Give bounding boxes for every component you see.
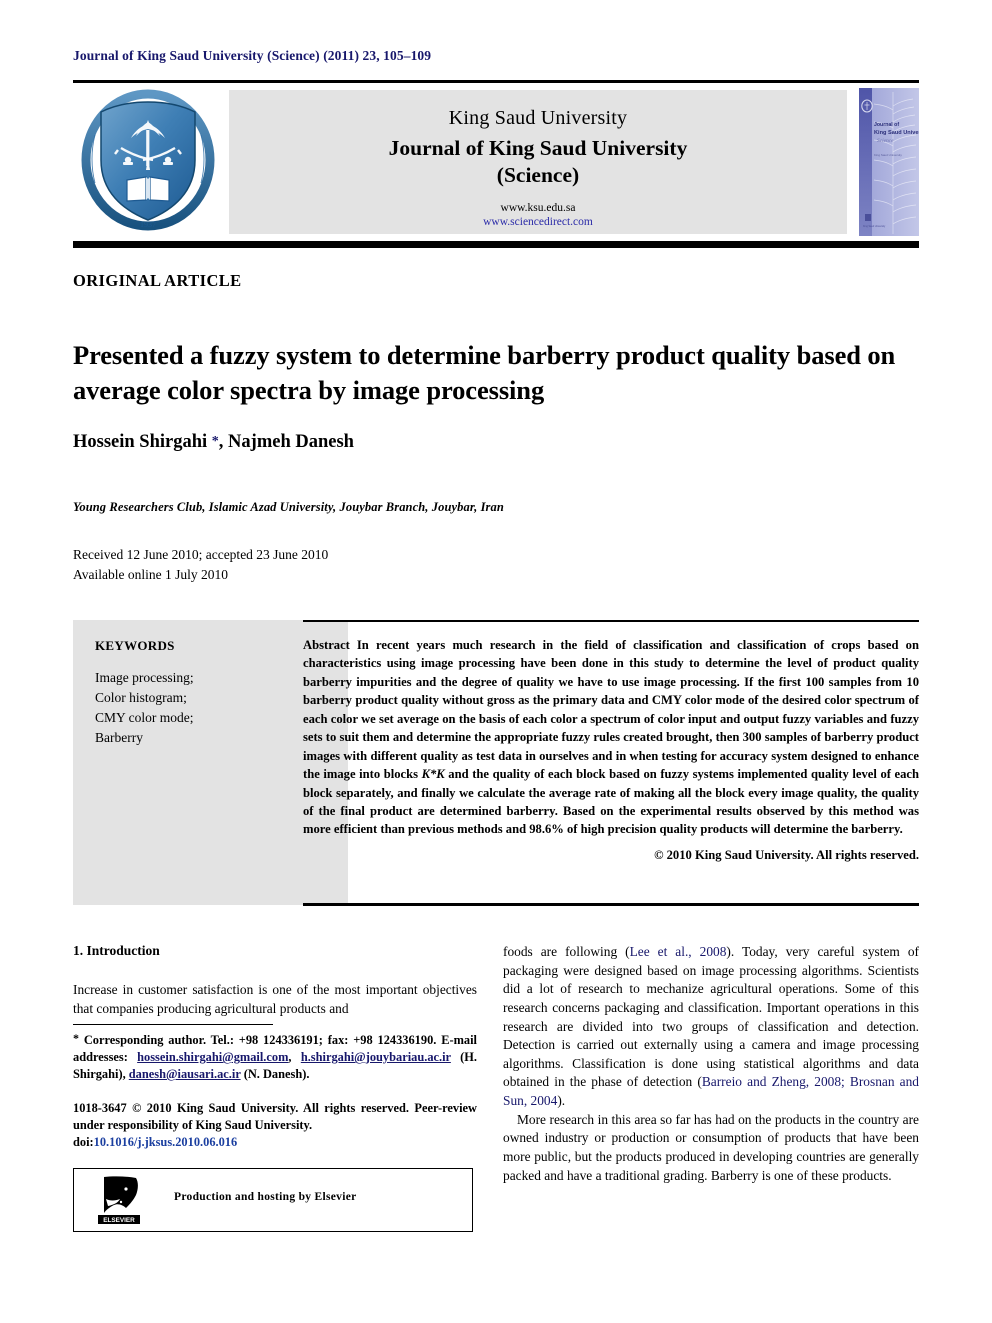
article-page: Journal of King Saud University (Science… — [0, 0, 992, 1323]
right-paragraph-1: foods are following (Lee et al., 2008). … — [503, 943, 919, 1111]
email-link-3[interactable]: danesh@iausari.ac.ir — [129, 1067, 241, 1081]
author-second: , Najmeh Danesh — [218, 432, 354, 452]
svg-text:Science: Science — [877, 138, 894, 144]
left-column: 1. Introduction Increase in customer sat… — [73, 943, 477, 1233]
journal-name: Journal of King Saud University — [388, 136, 688, 160]
available-online-date: Available online 1 July 2010 — [73, 566, 228, 582]
masthead-top-rule — [73, 80, 919, 83]
masthead: 1937 King Saud University Journal of Kin… — [73, 88, 919, 236]
masthead-bottom-rule — [73, 241, 919, 248]
section-heading-introduction: 1. Introduction — [73, 943, 160, 958]
abstract-bottom-rule — [303, 903, 919, 906]
ksu-url[interactable]: www.ksu.edu.sa — [229, 202, 847, 214]
rp1-a: foods are following ( — [503, 944, 630, 959]
footnote-corresponding-text: Corresponding author. Tel.: +98 12433619… — [79, 1033, 437, 1048]
right-column: foods are following (Lee et al., 2008). … — [503, 943, 919, 1185]
article-type-label: ORIGINAL ARTICLE — [73, 271, 242, 290]
email-owner-2: (N. Danesh). — [240, 1066, 310, 1081]
issn-copyright-block: 1018-3647 © 2010 King Saud University. A… — [73, 1100, 477, 1151]
article-dates: Received 12 June 2010; accepted 23 June … — [73, 545, 328, 584]
elsevier-logo-icon: ELSEVIER — [96, 1175, 148, 1225]
university-name: King Saud University — [448, 107, 628, 129]
rp1-c: ). — [557, 1093, 566, 1108]
sciencedirect-url[interactable]: www.sciencedirect.com — [229, 216, 847, 228]
author-list: Hossein Shirgahi *, Najmeh Danesh — [73, 432, 354, 453]
svg-text:King Saud University: King Saud University — [874, 130, 919, 136]
affiliation: Young Researchers Club, Islamic Azad Uni… — [73, 500, 504, 514]
king-saud-university-logo-icon: 1937 — [73, 88, 223, 236]
elsevier-production-label: Production and hosting by Elsevier — [174, 1191, 357, 1204]
abstract-text-part1: In recent years much research in the fie… — [303, 638, 919, 782]
issn-line: 1018-3647 © 2010 King Saud University. A… — [73, 1100, 477, 1132]
abstract-section: Abstract In recent years much research in… — [303, 620, 919, 863]
email-separator: , — [288, 1050, 301, 1065]
right-paragraph-2: More research in this area so far has ha… — [503, 1111, 919, 1183]
journal-title-box: King Saud University Journal of King Sau… — [229, 90, 847, 234]
journal-cover-thumbnail: Journal of King Saud University Science … — [859, 88, 919, 236]
running-head: Journal of King Saud University (Science… — [73, 48, 432, 63]
abstract-copyright: © 2010 King Saud University. All rights … — [654, 847, 919, 862]
svg-text:Journal of: Journal of — [874, 122, 899, 128]
received-date: Received 12 June 2010; accepted 23 June … — [73, 547, 329, 562]
intro-paragraph: Increase in customer satisfaction is one… — [73, 982, 477, 1016]
footnote-divider — [73, 1024, 273, 1026]
abstract-body: Abstract In recent years much research in… — [303, 636, 919, 839]
email-link-2[interactable]: h.shirgahi@jouybariau.ac.ir — [301, 1050, 451, 1064]
doi-label: doi: — [73, 1135, 94, 1150]
abstract-math: K*K — [421, 767, 445, 782]
svg-text:1937: 1937 — [140, 220, 156, 229]
author-first: Hossein Shirgahi — [73, 432, 212, 452]
corresponding-author-marker: * — [211, 434, 219, 449]
abstract-label: Abstract — [303, 638, 350, 652]
corresponding-author-footnote: * Corresponding author. Tel.: +98 124336… — [73, 1030, 477, 1083]
abstract-top-rule — [303, 620, 919, 622]
citation-lee-2008[interactable]: Lee et al., 2008 — [630, 944, 727, 959]
svg-text:King Saud University: King Saud University — [874, 153, 902, 157]
page-title: Presented a fuzzy system to determine ba… — [73, 339, 896, 405]
email-link-1[interactable]: hossein.shirgahi@gmail.com — [137, 1050, 288, 1064]
svg-text:King Saud University: King Saud University — [863, 225, 886, 228]
elsevier-production-box: ELSEVIER Production and hosting by Elsev… — [73, 1168, 473, 1233]
doi-value[interactable]: 10.1016/j.jksus.2010.06.016 — [94, 1135, 238, 1149]
svg-text:ELSEVIER: ELSEVIER — [103, 1217, 135, 1224]
rp1-b: ). Today, very careful system of packagi… — [503, 944, 919, 1090]
journal-subject: (Science) — [496, 163, 580, 187]
